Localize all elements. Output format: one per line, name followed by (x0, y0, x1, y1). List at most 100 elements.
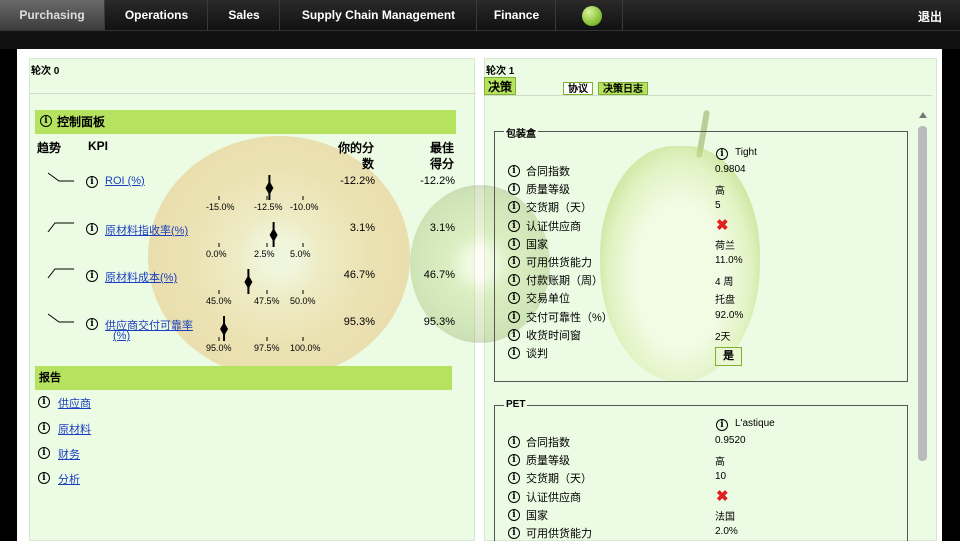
kpi-score: -12.2% (340, 175, 375, 187)
tab-sales[interactable]: Sales (209, 0, 280, 30)
col-score-line1: 你的分 (337, 141, 374, 155)
divider (30, 93, 476, 94)
round-0-title: 轮次 0 (31, 66, 60, 77)
info-icon[interactable]: i (86, 270, 98, 282)
info-icon[interactable]: i (38, 472, 50, 484)
scroll-thumb[interactable] (918, 126, 927, 461)
info-icon[interactable]: i (38, 447, 50, 459)
info-icon[interactable]: i (38, 422, 50, 434)
report-link-suppliers[interactable]: 供应商 (58, 395, 91, 411)
kpi-scale-svg (218, 222, 304, 247)
scrollbar[interactable] (916, 110, 930, 541)
info-icon[interactable]: i (38, 396, 50, 408)
col-best-line1: 最佳 (429, 141, 454, 155)
attribute-value: 92.0% (715, 309, 744, 321)
kpi-link-material-yield[interactable]: 原材料指收率(%) (105, 222, 188, 238)
score-marker-diamond (220, 322, 229, 336)
attribute-label: 交货期（天） (526, 202, 592, 215)
info-icon[interactable]: i (86, 176, 98, 188)
scroll-up-icon[interactable] (919, 112, 927, 118)
attribute-label: 认证供应商 (526, 220, 581, 233)
not-certified-icon: ✖ (716, 487, 729, 505)
report-header: 报告 (35, 366, 452, 390)
top-nav: Purchasing Operations Sales Supply Chain… (0, 0, 960, 31)
kpi-scale: 95.0% 97.5% 100.0% (205, 313, 325, 353)
info-icon[interactable]: i (508, 328, 520, 341)
info-icon[interactable]: i (508, 436, 520, 448)
kpi-link-supplier-reliability-unit[interactable]: (%) (113, 330, 130, 342)
report-link-analysis[interactable]: 分析 (58, 471, 80, 487)
kpi-scale-svg (218, 316, 304, 341)
info-icon[interactable]: i (508, 219, 520, 232)
info-icon[interactable]: i (716, 419, 728, 431)
status-ball-icon[interactable] (582, 6, 602, 26)
info-icon[interactable]: i (508, 310, 520, 323)
attribute-value: 0.9804 (715, 164, 746, 175)
info-icon[interactable]: i (508, 527, 520, 539)
col-best-line2: 得分 (429, 157, 454, 171)
attribute-value: 0.9520 (715, 435, 746, 446)
report-link-materials[interactable]: 原材料 (58, 421, 91, 437)
info-icon[interactable]: i (508, 256, 520, 268)
logout-button[interactable]: 退出 (918, 0, 942, 34)
attribute-value: 法国 (715, 511, 735, 523)
trend-down-icon (47, 172, 74, 182)
kpi-score: 95.3% (343, 316, 375, 328)
info-icon[interactable]: i (508, 490, 520, 503)
scale-tick-label: 2.5% (254, 249, 275, 259)
dashboard-title: 控制面板 (57, 115, 106, 129)
round-1-title: 轮次 1 (486, 66, 515, 77)
attribute-value: 5 (715, 200, 721, 212)
attribute-value: 2.0% (715, 526, 738, 537)
kpi-link-roi[interactable]: ROI (%) (105, 175, 145, 187)
kpi-best: 95.3% (423, 316, 455, 328)
kpi-link-material-cost[interactable]: 原材料成本(%) (105, 269, 177, 285)
info-icon[interactable]: i (508, 347, 520, 359)
report-title: 报告 (39, 372, 61, 384)
scale-tick-label: 45.0% (206, 296, 232, 306)
info-icon[interactable]: i (716, 148, 728, 160)
tab-agreement[interactable]: 协议 (563, 82, 593, 95)
negotiate-yes-button[interactable]: 是 (715, 347, 742, 366)
tab-operations[interactable]: Operations (106, 0, 208, 30)
kpi-best: 3.1% (429, 222, 455, 234)
supplier-name: Tight (735, 147, 757, 158)
report-link-finance[interactable]: 财务 (58, 446, 80, 462)
scale-tick-label: 47.5% (254, 296, 280, 306)
tab-decision-log[interactable]: 决策日志 (598, 82, 648, 95)
attribute-value: 高 (715, 457, 725, 469)
col-trend: 趋势 (37, 141, 62, 155)
attribute-label: 质量等级 (526, 184, 570, 197)
tab-decision[interactable]: 决策 (484, 77, 516, 95)
attribute-label: 收货时间窗 (526, 329, 581, 342)
attribute-label: 付款账期（周） (526, 275, 603, 288)
tab-purchasing[interactable]: Purchasing (0, 0, 105, 30)
info-icon[interactable]: i (508, 508, 520, 521)
attribute-label: 国家 (526, 238, 548, 251)
info-icon[interactable]: i (86, 223, 98, 235)
attribute-label: 可用供货能力 (526, 528, 592, 540)
trend-down-icon (47, 313, 74, 323)
kpi-best: -12.2% (420, 175, 455, 187)
score-marker-diamond (244, 275, 253, 289)
scale-tick-label: 5.0% (290, 249, 311, 259)
tab-finance[interactable]: Finance (478, 0, 556, 30)
info-icon[interactable]: i (508, 237, 520, 250)
info-icon[interactable]: i (86, 318, 98, 330)
attribute-label: 合同指数 (526, 437, 570, 449)
info-icon[interactable]: i (40, 115, 52, 127)
group-legend: PET (504, 399, 528, 410)
trend-up-icon (47, 222, 74, 233)
scale-tick-label: 100.0% (290, 343, 321, 353)
scale-tick-label: 97.5% (254, 343, 280, 353)
attribute-value: 2天 (715, 331, 731, 343)
tab-supply-chain-management[interactable]: Supply Chain Management (281, 0, 477, 30)
attribute-label: 国家 (526, 509, 548, 522)
kpi-best: 46.7% (423, 269, 455, 281)
attribute-label: 交付可靠性（%） (526, 311, 613, 324)
info-icon[interactable]: i (508, 165, 520, 177)
dashboard-header: i 控制面板 (35, 110, 456, 134)
attribute-label: 可用供货能力 (526, 257, 592, 269)
not-certified-icon: ✖ (716, 216, 729, 234)
attribute-label: 质量等级 (526, 455, 570, 468)
